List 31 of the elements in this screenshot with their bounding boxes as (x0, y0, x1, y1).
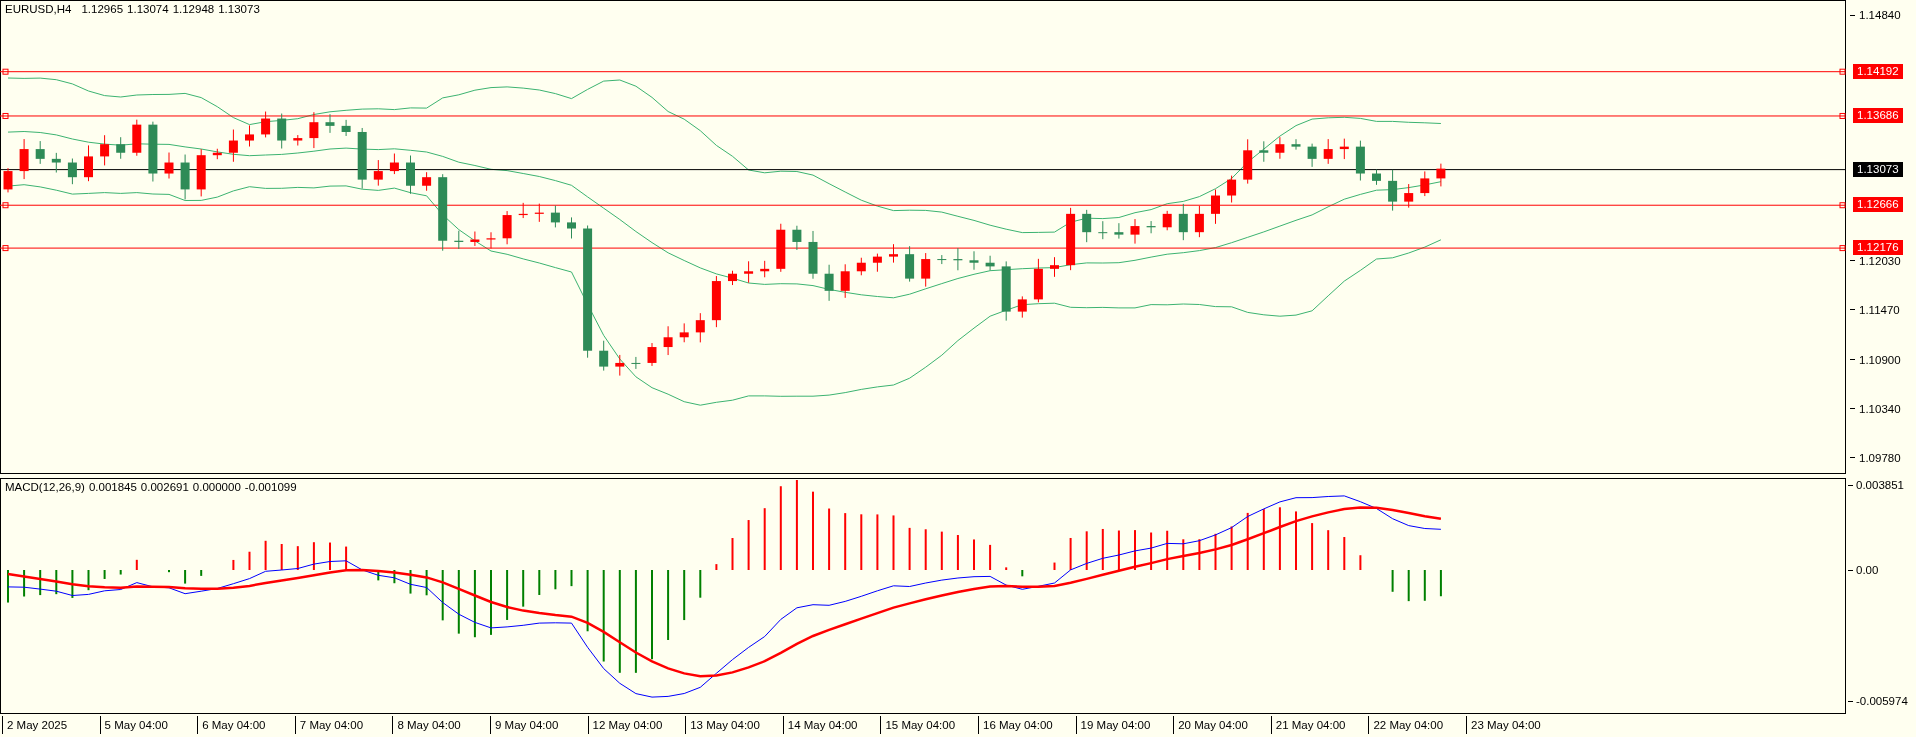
time-label: 16 May 04:00 (978, 716, 1053, 734)
time-label: 5 May 04:00 (99, 716, 168, 734)
time-label: 21 May 04:00 (1270, 716, 1346, 734)
price-label: 1.12176 (1853, 240, 1903, 256)
price-label: 1.13686 (1853, 107, 1903, 123)
price-label: 1.14192 (1853, 63, 1903, 79)
time-label: 22 May 04:00 (1368, 716, 1444, 734)
price-label: 1.12666 (1853, 197, 1903, 213)
time-label: 15 May 04:00 (880, 716, 956, 734)
price-label: 1.13073 (1853, 161, 1903, 177)
time-label: 23 May 04:00 (1466, 716, 1541, 734)
time-label: 13 May 04:00 (685, 716, 760, 734)
time-label: 20 May 04:00 (1173, 716, 1248, 734)
indicator-value: -0.001099 (244, 481, 297, 493)
price-value: 1.12965 (81, 3, 124, 15)
time-label: 19 May 04:00 (1075, 716, 1151, 734)
symbol-label: EURUSD,H4 (5, 3, 72, 15)
time-label: 12 May 04:00 (587, 716, 663, 734)
indicator-title: MACD(12,26,9) (5, 481, 85, 493)
indicator-value: 0.002691 (140, 481, 189, 493)
indicator-value: 0.001845 (88, 481, 137, 493)
time-label: 9 May 04:00 (490, 716, 559, 734)
price-value: 1.13073 (218, 3, 260, 15)
time-label: 7 May 04:00 (294, 716, 364, 734)
indicator-value: 0.000000 (192, 481, 241, 493)
price-value: 1.13074 (127, 3, 169, 15)
time-label: 2 May 2025 (2, 716, 68, 734)
time-label: 14 May 04:00 (782, 716, 858, 734)
time-label: 6 May 04:00 (197, 716, 266, 734)
price-value: 1.12948 (172, 3, 215, 15)
time-label: 8 May 04:00 (392, 716, 461, 734)
